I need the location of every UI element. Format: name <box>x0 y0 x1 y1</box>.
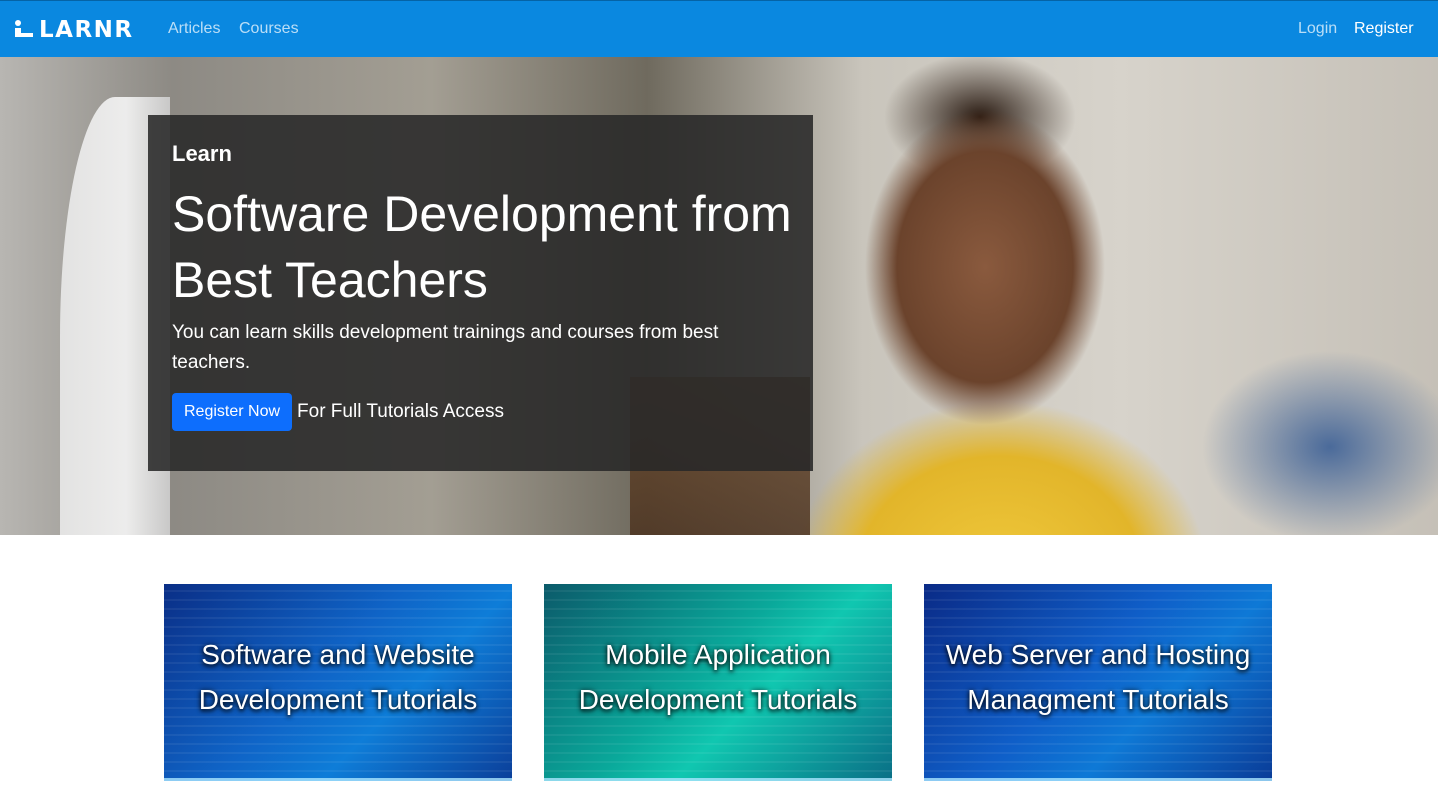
reader-icon <box>15 20 33 37</box>
course-card-title: Web Server and Hosting Managment Tutoria… <box>945 639 1251 715</box>
card-divider <box>164 778 512 781</box>
cta-note: For Full Tutorials Access <box>297 401 504 422</box>
course-card-title: Software and Website Development Tutoria… <box>198 639 478 715</box>
course-card-mobile[interactable]: Mobile Application Development Tutorials <box>544 584 892 781</box>
brand-logo[interactable]: LARNR <box>13 17 134 43</box>
hero-eyebrow: Learn <box>172 141 232 166</box>
nav-link-courses[interactable]: Courses <box>239 20 299 38</box>
nav-link-login[interactable]: Login <box>1298 20 1337 38</box>
register-now-button[interactable]: Register Now <box>172 393 293 431</box>
course-card-title: Mobile Application Development Tutorials <box>578 639 858 715</box>
course-card-software[interactable]: Software and Website Development Tutoria… <box>164 584 512 781</box>
hero-cta: Register Now For Full Tutorials Access <box>172 393 504 431</box>
nav-link-articles[interactable]: Articles <box>168 20 220 38</box>
hero-title: Software Development from Best Teachers <box>172 186 792 308</box>
course-card-hosting[interactable]: Web Server and Hosting Managment Tutoria… <box>924 584 1272 781</box>
card-divider <box>544 778 892 781</box>
hero-text-panel: Learn Software Development from Best Tea… <box>148 115 813 471</box>
card-divider <box>924 778 1272 781</box>
brand-name: LARNR <box>39 17 134 43</box>
hero-description: You can learn skills development trainin… <box>172 322 719 373</box>
hero-banner: Learn Software Development from Best Tea… <box>0 57 1438 535</box>
top-navbar: LARNR Articles Courses Login Register <box>0 0 1438 57</box>
nav-link-register[interactable]: Register <box>1354 20 1414 38</box>
